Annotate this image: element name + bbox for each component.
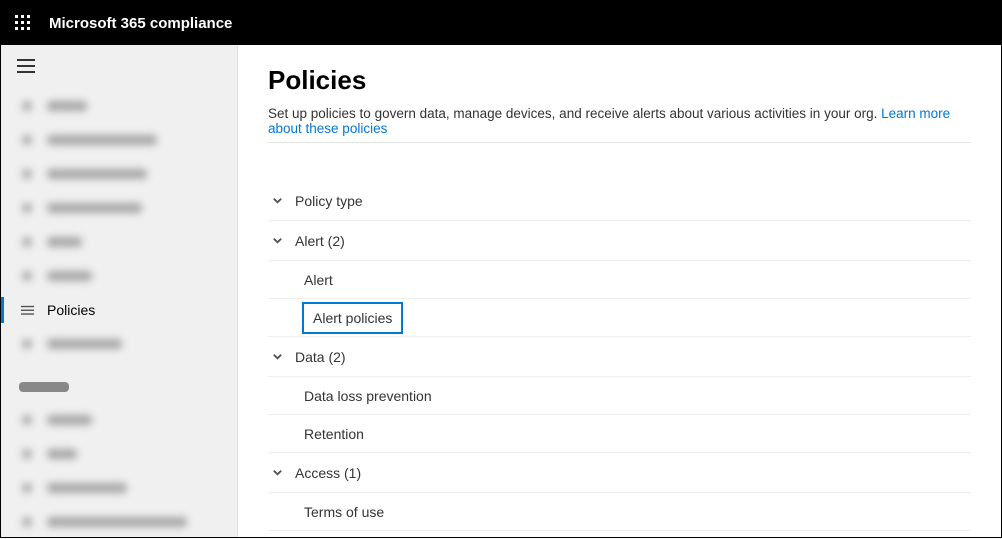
policy-item[interactable]: Alert policies <box>268 299 971 337</box>
chevron-down-icon <box>272 233 283 249</box>
page-description: Set up policies to govern data, manage d… <box>268 106 971 136</box>
policy-item-label: Alert policies <box>304 304 401 332</box>
policy-tree: Policy type Alert (2) Alert Alert policies D… <box>268 181 971 531</box>
nav-item-label: Policies <box>47 302 95 318</box>
policy-item-label: Alert <box>304 272 333 288</box>
chevron-down-icon <box>272 349 283 365</box>
policy-item[interactable]: Retention <box>268 415 971 453</box>
nav-item-blurred[interactable] <box>1 191 237 225</box>
policies-icon <box>19 302 35 318</box>
nav-item-blurred[interactable] <box>1 225 237 259</box>
nav-item-blurred[interactable] <box>1 471 237 505</box>
policy-item-label: Retention <box>304 426 364 442</box>
top-bar: Microsoft 365 compliance <box>1 1 1001 45</box>
policy-item-label: Data loss prevention <box>304 388 432 404</box>
nav-item-blurred[interactable] <box>1 505 237 539</box>
sidebar: Policies <box>1 45 238 537</box>
policy-item[interactable]: Data loss prevention <box>268 377 971 415</box>
chevron-down-icon <box>272 465 283 481</box>
nav-list: Policies <box>1 89 237 539</box>
app-title: Microsoft 365 compliance <box>49 15 232 32</box>
nav-section-label <box>1 379 237 397</box>
content-area: Policies Set up policies to govern data,… <box>238 45 1001 537</box>
policy-group-header[interactable]: Data (2) <box>268 337 971 377</box>
chevron-down-icon <box>272 193 283 209</box>
policy-item[interactable]: Terms of use <box>268 493 971 531</box>
nav-item-blurred[interactable] <box>1 123 237 157</box>
nav-item-blurred[interactable] <box>1 157 237 191</box>
policy-group-label: Data (2) <box>295 349 346 365</box>
policy-group-header[interactable]: Access (1) <box>268 453 971 493</box>
main-layout: Policies Policies Set up policies to gov… <box>1 45 1001 537</box>
app-launcher-icon[interactable] <box>15 15 31 31</box>
policy-type-label: Policy type <box>295 193 363 209</box>
policy-type-header[interactable]: Policy type <box>268 181 971 221</box>
policy-group-label: Access (1) <box>295 465 361 481</box>
hamburger-icon[interactable] <box>17 59 35 73</box>
nav-item-blurred[interactable] <box>1 327 237 361</box>
nav-item-blurred[interactable] <box>1 403 237 437</box>
nav-item-blurred[interactable] <box>1 89 237 123</box>
policy-group-label: Alert (2) <box>295 233 345 249</box>
nav-item-blurred[interactable] <box>1 437 237 471</box>
policy-item-label: Terms of use <box>304 504 384 520</box>
divider <box>268 142 971 143</box>
nav-item-blurred[interactable] <box>1 259 237 293</box>
page-title: Policies <box>268 65 971 96</box>
nav-item-policies[interactable]: Policies <box>1 293 237 327</box>
policy-group-header[interactable]: Alert (2) <box>268 221 971 261</box>
policy-item[interactable]: Alert <box>268 261 971 299</box>
